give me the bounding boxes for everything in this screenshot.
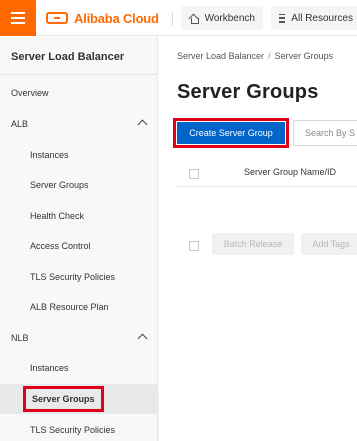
- logo-text: Alibaba Cloud: [74, 10, 159, 26]
- sidebar-item-label: TLS Security Policies: [30, 425, 116, 435]
- workbench-label: Workbench: [204, 12, 255, 24]
- sidebar-item-access-control[interactable]: Access Control: [0, 231, 158, 261]
- sidebar-item-label: Instances: [30, 150, 69, 160]
- sidebar-item-nlb-server-groups[interactable]: Server Groups: [0, 384, 158, 414]
- all-resources-label: All Resources: [291, 12, 353, 24]
- sidebar-group-nlb[interactable]: NLB: [0, 323, 158, 353]
- menu-icon[interactable]: [0, 0, 36, 36]
- sidebar-item-label: ALB Resource Plan: [30, 302, 109, 312]
- chevron-up-icon: [137, 333, 148, 344]
- footer-select-all-checkbox[interactable]: [189, 241, 199, 251]
- sidebar-item-alb-instances[interactable]: Instances: [0, 140, 158, 170]
- sidebar-item-alb-resource-plan[interactable]: ALB Resource Plan: [0, 292, 158, 322]
- sidebar-item-nlb-instances[interactable]: Instances: [0, 353, 158, 383]
- alibaba-cloud-logo[interactable]: Alibaba Cloud: [46, 0, 159, 36]
- sidebar-item-label: NLB: [11, 333, 29, 343]
- sidebar-item-label: Overview: [11, 88, 49, 98]
- workbench-button[interactable]: Workbench: [181, 6, 263, 30]
- breadcrumb-item-server-groups: Server Groups: [274, 51, 334, 61]
- sidebar-item-label: ALB: [11, 119, 29, 129]
- sidebar-group-alb[interactable]: ALB: [0, 109, 158, 139]
- home-icon: [189, 14, 199, 24]
- sidebar-item-label: TLS Security Policies: [30, 272, 116, 282]
- table-header: Server Group Name/ID: [177, 159, 357, 187]
- alibaba-cloud-logo-mark: [46, 12, 68, 24]
- chevron-up-icon: [137, 119, 148, 130]
- sidebar-item-nlb-tls-security-policies[interactable]: TLS Security Policies: [0, 415, 158, 441]
- all-resources-button[interactable]: All Resources: [271, 6, 357, 30]
- page-title: Server Groups: [177, 81, 319, 103]
- top-navigation-bar: Alibaba Cloud Workbench All Resources: [0, 0, 357, 36]
- main-content: Server Load Balancer / Server Groups Serve…: [159, 37, 357, 441]
- search-input[interactable]: Search By S: [293, 120, 357, 146]
- create-server-group-button[interactable]: Create Server Group: [173, 118, 289, 148]
- sidebar-item-label: Health Check: [30, 211, 85, 221]
- sidebar-item-overview[interactable]: Overview: [0, 78, 158, 108]
- breadcrumb-item-slb[interactable]: Server Load Balancer: [177, 51, 264, 61]
- sidebar: Server Load Balancer Overview ALB Instan…: [0, 37, 158, 441]
- sidebar-item-label: Server Groups: [23, 386, 104, 412]
- sidebar-item-label: Server Groups: [30, 180, 89, 190]
- sidebar-item-alb-server-groups[interactable]: Server Groups: [0, 170, 158, 200]
- list-icon: [279, 13, 286, 23]
- topbar-divider: [172, 12, 173, 26]
- breadcrumb-separator: /: [268, 51, 271, 61]
- sidebar-title: Server Load Balancer: [11, 51, 125, 63]
- select-all-checkbox[interactable]: [189, 169, 199, 179]
- sidebar-item-alb-tls-security-policies[interactable]: TLS Security Policies: [0, 262, 158, 292]
- breadcrumb: Server Load Balancer / Server Groups: [177, 51, 333, 61]
- sidebar-item-health-check[interactable]: Health Check: [0, 201, 158, 231]
- batch-release-button[interactable]: Batch Release: [212, 233, 294, 255]
- column-header-name-id[interactable]: Server Group Name/ID: [244, 167, 336, 177]
- add-tags-button[interactable]: Add Tags: [301, 233, 357, 255]
- table-footer-actions: Batch Release Add Tags: [177, 233, 357, 259]
- sidebar-divider: [0, 74, 158, 75]
- sidebar-item-label: Instances: [30, 363, 69, 373]
- sidebar-item-label: Access Control: [30, 241, 91, 251]
